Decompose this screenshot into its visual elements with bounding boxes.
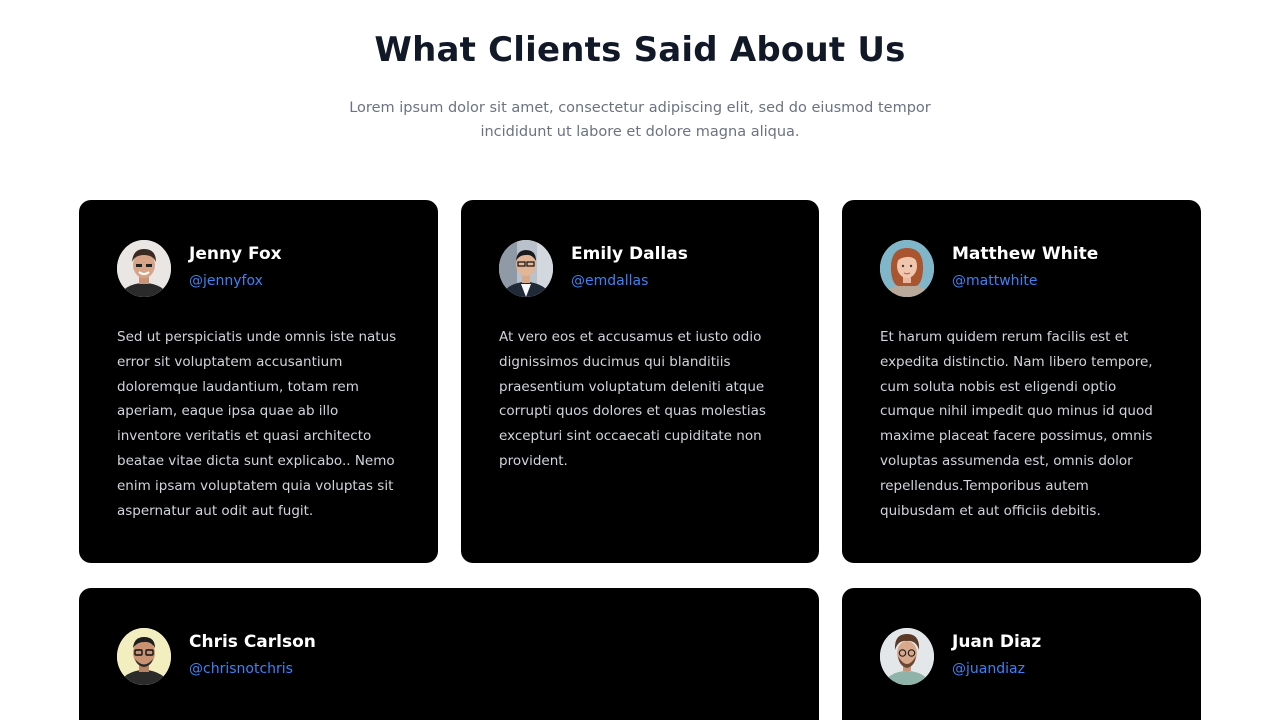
testimonial-author: Matthew White @mattwhite bbox=[880, 240, 1200, 298]
avatar-jenny-fox bbox=[117, 240, 171, 297]
author-handle-link[interactable]: @chrisnotchris bbox=[189, 661, 293, 677]
avatar-image bbox=[880, 628, 934, 685]
page-title: What Clients Said About Us bbox=[374, 30, 906, 70]
avatar-image bbox=[880, 240, 934, 297]
avatar-matthew-white bbox=[880, 240, 934, 297]
testimonial-author: Chris Carlson @chrisnotchris bbox=[117, 628, 437, 686]
author-handle-link[interactable]: @emdallas bbox=[571, 273, 648, 289]
page-subtitle: Lorem ipsum dolor sit amet, consectetur … bbox=[349, 100, 931, 140]
author-name: Chris Carlson bbox=[189, 632, 316, 652]
avatar-juan-diaz bbox=[880, 628, 934, 685]
testimonial-quote: Et harum quidem rerum facilis est et exp… bbox=[880, 329, 1153, 519]
avatar-emily-dallas bbox=[499, 240, 553, 297]
author-name: Matthew White bbox=[952, 244, 1099, 264]
testimonial-card-emily-dallas: Emily Dallas @emdallas At vero eos et ac… bbox=[461, 200, 819, 563]
avatar-image bbox=[499, 240, 553, 297]
avatar-image bbox=[117, 628, 171, 685]
testimonial-author: Jenny Fox @jennyfox bbox=[117, 240, 437, 298]
avatar-chris-carlson bbox=[117, 628, 171, 685]
testimonial-author: Juan Diaz @juandiaz bbox=[880, 628, 1200, 686]
author-handle-link[interactable]: @mattwhite bbox=[952, 273, 1038, 289]
testimonial-quote: Sed ut perspiciatis unde omnis iste natu… bbox=[117, 329, 397, 519]
avatar-image bbox=[117, 240, 171, 297]
author-name: Juan Diaz bbox=[952, 632, 1042, 652]
testimonial-card-juan-diaz: Juan Diaz @juandiaz bbox=[842, 588, 1201, 720]
testimonial-author: Emily Dallas @emdallas bbox=[499, 240, 819, 298]
author-handle-link[interactable]: @juandiaz bbox=[952, 661, 1025, 677]
testimonial-card-jenny-fox: Jenny Fox @jennyfox Sed ut perspiciatis … bbox=[79, 200, 438, 563]
author-name: Jenny Fox bbox=[189, 244, 282, 264]
author-name: Emily Dallas bbox=[571, 244, 688, 264]
author-handle-link[interactable]: @jennyfox bbox=[189, 273, 263, 289]
testimonial-card-chris-carlson: Chris Carlson @chrisnotchris bbox=[79, 588, 819, 720]
testimonial-quote: At vero eos et accusamus et iusto odio d… bbox=[499, 329, 766, 469]
testimonial-card-matthew-white: Matthew White @mattwhite Et harum quidem… bbox=[842, 200, 1201, 563]
